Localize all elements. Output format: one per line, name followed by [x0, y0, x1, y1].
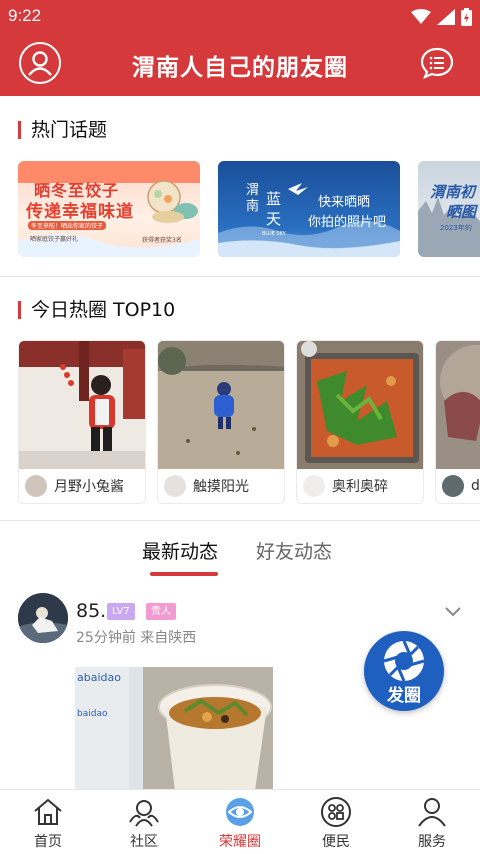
cup-text-2: baidao: [77, 709, 108, 719]
bottom-navigation: 首页 社区 荣耀圈 便民 服务: [0, 789, 480, 853]
author-photo: [18, 593, 68, 643]
topic-snow-text1: 渭南初: [430, 183, 476, 201]
topic-dumplings-small1: 冬至来啦！晒出你家的饺子: [28, 221, 107, 230]
wifi-icon: [411, 9, 431, 24]
nav-convenience[interactable]: 便民: [288, 790, 384, 854]
community-icon: [129, 800, 159, 827]
user-avatar: [442, 475, 464, 497]
hot-post-username: 触摸阳光: [193, 479, 249, 495]
person-icon: [418, 798, 446, 827]
user-avatar: [25, 475, 47, 497]
chevron-down-icon[interactable]: [444, 606, 462, 618]
topic-dumplings-small2: 晒家庭饺子赢好礼: [30, 236, 79, 243]
hot-post-card[interactable]: 奥利奥碎: [296, 340, 424, 504]
top10-heading: 今日热圈 TOP10: [18, 301, 175, 320]
nav-community[interactable]: 社区: [96, 790, 192, 854]
tab-friends[interactable]: 好友动态: [256, 537, 332, 564]
status-time: 9:22: [8, 6, 42, 25]
nav-home[interactable]: 首页: [0, 790, 96, 854]
hot-topics-heading: 热门话题: [18, 121, 107, 140]
section-divider: [0, 520, 480, 521]
nav-convenience-label: 便民: [322, 834, 350, 850]
hot-post-photo: [158, 341, 284, 469]
topic-blue-sky-mid: 蓝天: [266, 190, 282, 228]
hot-post-user: d: [442, 475, 480, 497]
cup-text: abaidao: [77, 671, 121, 684]
hot-post-username: 月野小兔酱: [54, 479, 124, 495]
eye-circle-icon: [226, 798, 254, 826]
nav-service-label: 服务: [418, 834, 446, 850]
hot-post-photo: [19, 341, 145, 469]
hot-post-user: 月野小兔酱: [25, 475, 124, 497]
hot-post-card[interactable]: 触摸阳光: [157, 340, 285, 504]
post-author-avatar[interactable]: [18, 593, 68, 643]
topic-blue-sky-right2: 你拍的照片吧: [308, 215, 387, 230]
user-avatar: [303, 475, 325, 497]
hot-post-photo: [436, 341, 480, 469]
hot-post-card[interactable]: d: [435, 340, 480, 504]
topic-snow-text2: 晒图: [446, 203, 477, 221]
post-image[interactable]: abaidao baidao: [75, 667, 273, 791]
status-bar: 9:22: [0, 0, 480, 34]
hot-post-username: 奥利奥碎: [332, 479, 388, 495]
topic-snow-small: 2023年的: [440, 224, 472, 232]
hot-post-card[interactable]: 月野小兔酱: [18, 340, 146, 504]
topic-blue-sky-tag: BLUE SKY: [262, 231, 286, 237]
topic-card-dumplings[interactable]: 晒冬至饺子 传递幸福味道 冬至来啦！晒出你家的饺子 晒家庭饺子赢好礼 获得者获奖…: [18, 161, 200, 257]
system-icons: [411, 8, 472, 26]
message-icon: [420, 47, 454, 80]
tab-latest[interactable]: 最新动态: [142, 537, 218, 564]
hot-post-photo: [297, 341, 423, 469]
hot-post-username: d: [471, 478, 480, 494]
topic-card-blue-sky[interactable]: 渭南 蓝天 BLUE SKY 快来晒晒 你拍的照片吧: [218, 161, 400, 257]
topic-card-snow[interactable]: 渭南初 晒图 2023年的: [418, 161, 480, 257]
app-header: 渭南人自己的朋友圈: [0, 34, 480, 96]
topic-dumplings-line2: 传递幸福味道: [26, 202, 134, 222]
nav-honor-circle[interactable]: 荣耀圈: [192, 790, 288, 854]
topic-blue-sky-left: 渭南: [246, 183, 260, 214]
battery-icon: [461, 8, 472, 26]
level-badge: LV7: [107, 603, 135, 620]
home-icon: [34, 798, 62, 825]
user-avatar: [164, 475, 186, 497]
post-photo-art: [75, 667, 273, 791]
hot-post-user: 奥利奥碎: [303, 475, 388, 497]
nav-honor-label: 荣耀圈: [219, 834, 261, 850]
page-title: 渭南人自己的朋友圈: [132, 55, 348, 81]
nav-service[interactable]: 服务: [384, 790, 480, 854]
feed-tabs: 最新动态 好友动态: [0, 537, 480, 577]
active-tab-indicator: [150, 572, 218, 576]
create-post-fab[interactable]: 发圈: [364, 631, 444, 711]
grid-apps-icon: [321, 797, 351, 827]
hot-post-user: 触摸阳光: [164, 475, 249, 497]
topic-blue-sky-right1: 快来晒晒: [318, 195, 371, 210]
messages-button[interactable]: [420, 47, 454, 80]
nav-community-label: 社区: [130, 834, 158, 850]
post-author-name[interactable]: 85.: [76, 600, 106, 622]
fab-label: 发圈: [387, 686, 421, 706]
nav-home-label: 首页: [34, 834, 62, 850]
topic-dumplings-small3: 获得者获奖3名: [142, 237, 182, 244]
signal-icon: [437, 9, 455, 25]
title-badge: 贵人: [146, 603, 176, 620]
section-divider: [0, 276, 480, 277]
post-meta: 25分钟前 来自陕西: [76, 630, 197, 646]
